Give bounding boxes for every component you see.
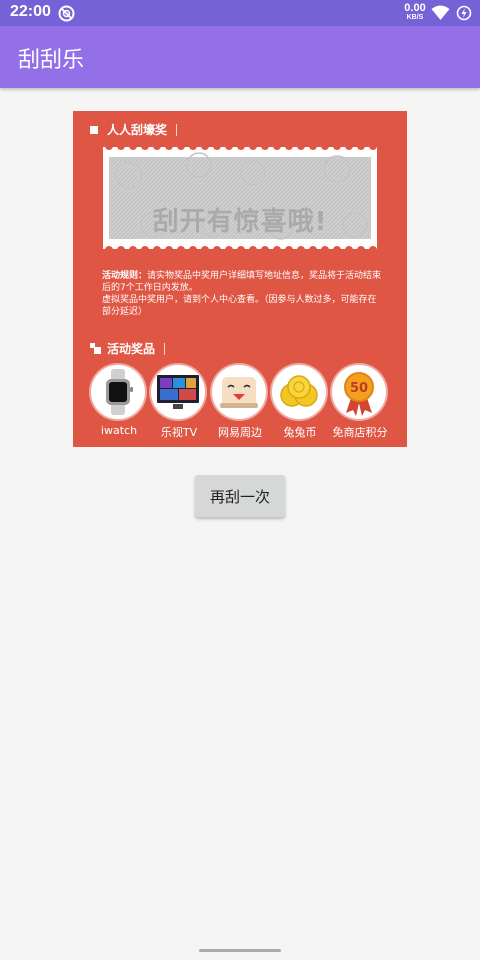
prize-item: 兔兔币	[272, 365, 328, 440]
scratch-section-header: 人人刮壕奖	[90, 121, 178, 138]
prize-name: 兔兔币	[283, 426, 317, 439]
tv-icon	[151, 365, 205, 419]
netease-mascot-icon	[212, 365, 266, 419]
prizes-section-title: 活动奖品	[107, 342, 156, 356]
app-notification-icon	[58, 5, 75, 22]
points-badge-value: 50	[350, 381, 368, 396]
status-bar: 22:00 0.00 KB/S	[0, 0, 480, 26]
network-speed-unit: KB/S	[406, 14, 424, 21]
scratch-overlay-text: 刮开有惊喜哦!	[152, 207, 328, 237]
coins-icon	[272, 365, 326, 419]
prize-item: 网易周边	[212, 365, 268, 440]
prize-item: 乐视TV	[151, 365, 207, 440]
prizes-section-header: 活动奖品	[90, 340, 166, 357]
prize-item: 50 免商店积分	[332, 365, 388, 440]
rules-line-2: 虚拟奖品中奖用户，请到个人中心查看。（因参与人数过多，可能存在部分延迟）	[102, 295, 377, 317]
prize-item: iwatch	[91, 365, 147, 437]
wifi-icon	[431, 5, 450, 20]
small-squares-icon	[90, 343, 101, 354]
battery-charging-icon	[456, 5, 472, 21]
scratch-area[interactable]: 刮开有惊喜哦!	[103, 142, 377, 254]
rules-text: 活动规则：请实物奖品中奖用户详细填写地址信息，奖品将于活动结束后的7个工作日内发…	[102, 270, 382, 318]
home-indicator[interactable]	[199, 949, 281, 952]
square-bullet-icon	[90, 125, 98, 134]
network-speed: 0.00 KB/S	[402, 2, 428, 22]
prize-name: 乐视TV	[160, 426, 198, 439]
smartwatch-icon	[91, 365, 145, 419]
scratch-card-panel: 人人刮壕奖 刮开有惊喜哦! 活动规则：请实物奖品中奖用户详细填写地址信息，奖品将…	[73, 111, 407, 447]
prize-name: 网易周边	[218, 426, 262, 439]
rules-label: 活动规则：	[102, 271, 148, 281]
scratch-section-title: 人人刮壕奖	[107, 123, 168, 137]
points-badge-icon: 50	[332, 365, 386, 419]
scratch-again-button[interactable]: 再刮一次	[195, 475, 285, 517]
status-time: 22:00	[10, 3, 51, 20]
title-divider	[164, 342, 166, 355]
title-divider	[176, 123, 178, 136]
app-bar: 刮刮乐	[0, 26, 480, 88]
prize-name: iwatch	[100, 424, 138, 437]
network-speed-value: 0.00	[404, 2, 426, 14]
page-title: 刮刮乐	[18, 48, 85, 73]
prize-name: 免商店积分	[332, 426, 388, 439]
